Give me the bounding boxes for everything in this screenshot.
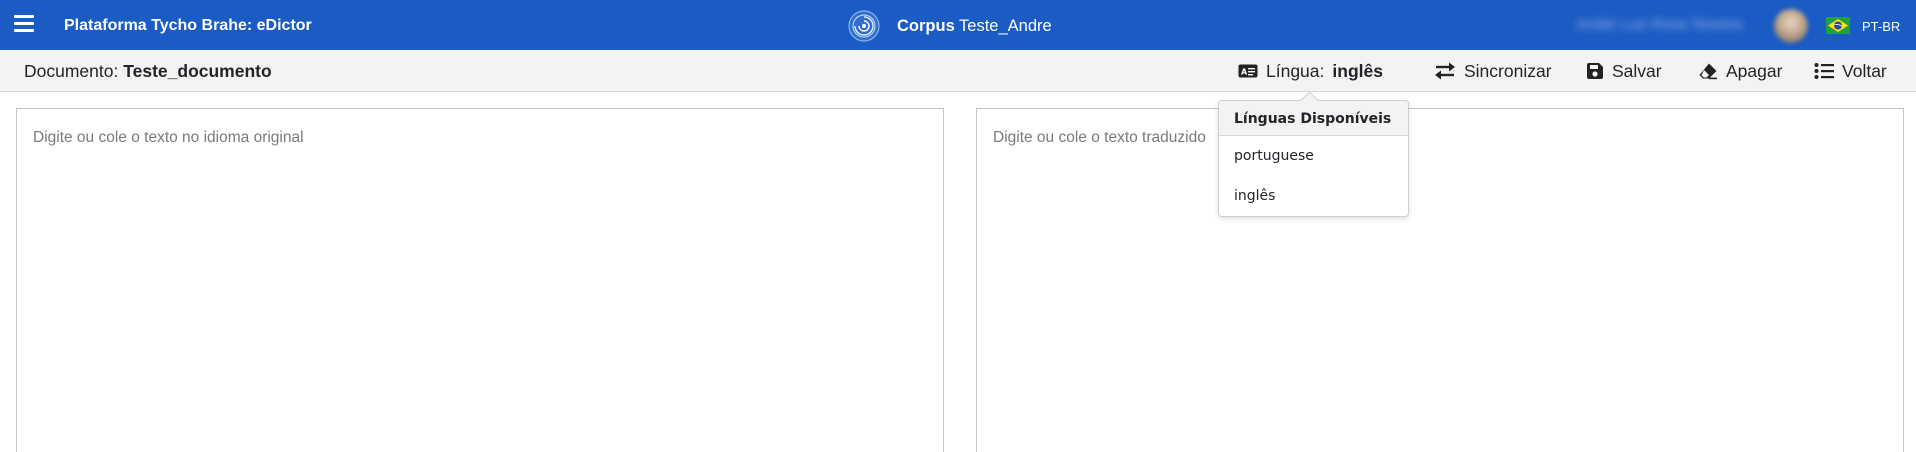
language-option-portuguese[interactable]: portuguese [1219, 136, 1408, 176]
sync-arrows-icon [1435, 62, 1455, 80]
top-app-bar: Plataforma Tycho Brahe: eDictor Corpus T… [0, 0, 1916, 50]
sync-button[interactable]: Sincronizar [1434, 60, 1552, 82]
svg-text:A: A [1241, 68, 1248, 77]
user-name[interactable]: André Luiz Rosa Teixeira [1576, 16, 1756, 36]
language-value: inglês [1332, 60, 1383, 81]
document-label: Documento: [24, 61, 119, 81]
original-text-editor[interactable]: Digite ou cole o texto no idioma origina… [16, 108, 944, 452]
language-dropdown-header: Línguas Disponíveis [1219, 101, 1408, 136]
back-label: Voltar [1842, 60, 1887, 81]
save-label: Salvar [1612, 60, 1662, 81]
erase-button[interactable]: Apagar [1698, 60, 1782, 82]
locale-selector[interactable]: PT-BR [1862, 19, 1900, 34]
language-button[interactable]: A Língua: inglês [1238, 60, 1383, 82]
hamburger-menu-icon[interactable] [14, 15, 34, 33]
document-toolbar: Documento: Teste_documento A Língua: ing… [0, 50, 1916, 92]
erase-label: Apagar [1726, 60, 1783, 81]
save-button[interactable]: Salvar [1586, 60, 1662, 82]
avatar[interactable] [1774, 9, 1808, 43]
language-label: Língua: [1266, 60, 1325, 81]
corpus-name: Teste_Andre [959, 17, 1052, 35]
app-title: Plataforma Tycho Brahe: eDictor [64, 17, 312, 34]
translated-text-editor[interactable]: Digite ou cole o texto traduzido [976, 108, 1904, 452]
translated-text-placeholder: Digite ou cole o texto traduzido [993, 129, 1206, 146]
corpus-label: Corpus [897, 17, 955, 35]
corpus-indicator: Corpus Teste_Andre [897, 17, 1052, 36]
language-icon: A [1238, 64, 1258, 78]
list-icon [1814, 63, 1834, 79]
sync-label: Sincronizar [1464, 60, 1552, 81]
language-option-ingles[interactable]: inglês [1219, 176, 1408, 216]
document-title: Documento: Teste_documento [24, 61, 272, 82]
spiral-logo-icon [848, 10, 880, 42]
eraser-icon [1699, 63, 1717, 80]
save-floppy-icon [1587, 63, 1603, 79]
language-dropdown: Línguas Disponíveis portuguese inglês [1218, 100, 1409, 217]
document-name: Teste_documento [123, 61, 272, 81]
back-button[interactable]: Voltar [1814, 60, 1887, 82]
original-text-placeholder: Digite ou cole o texto no idioma origina… [33, 129, 304, 146]
brazil-flag-icon[interactable] [1826, 17, 1850, 34]
